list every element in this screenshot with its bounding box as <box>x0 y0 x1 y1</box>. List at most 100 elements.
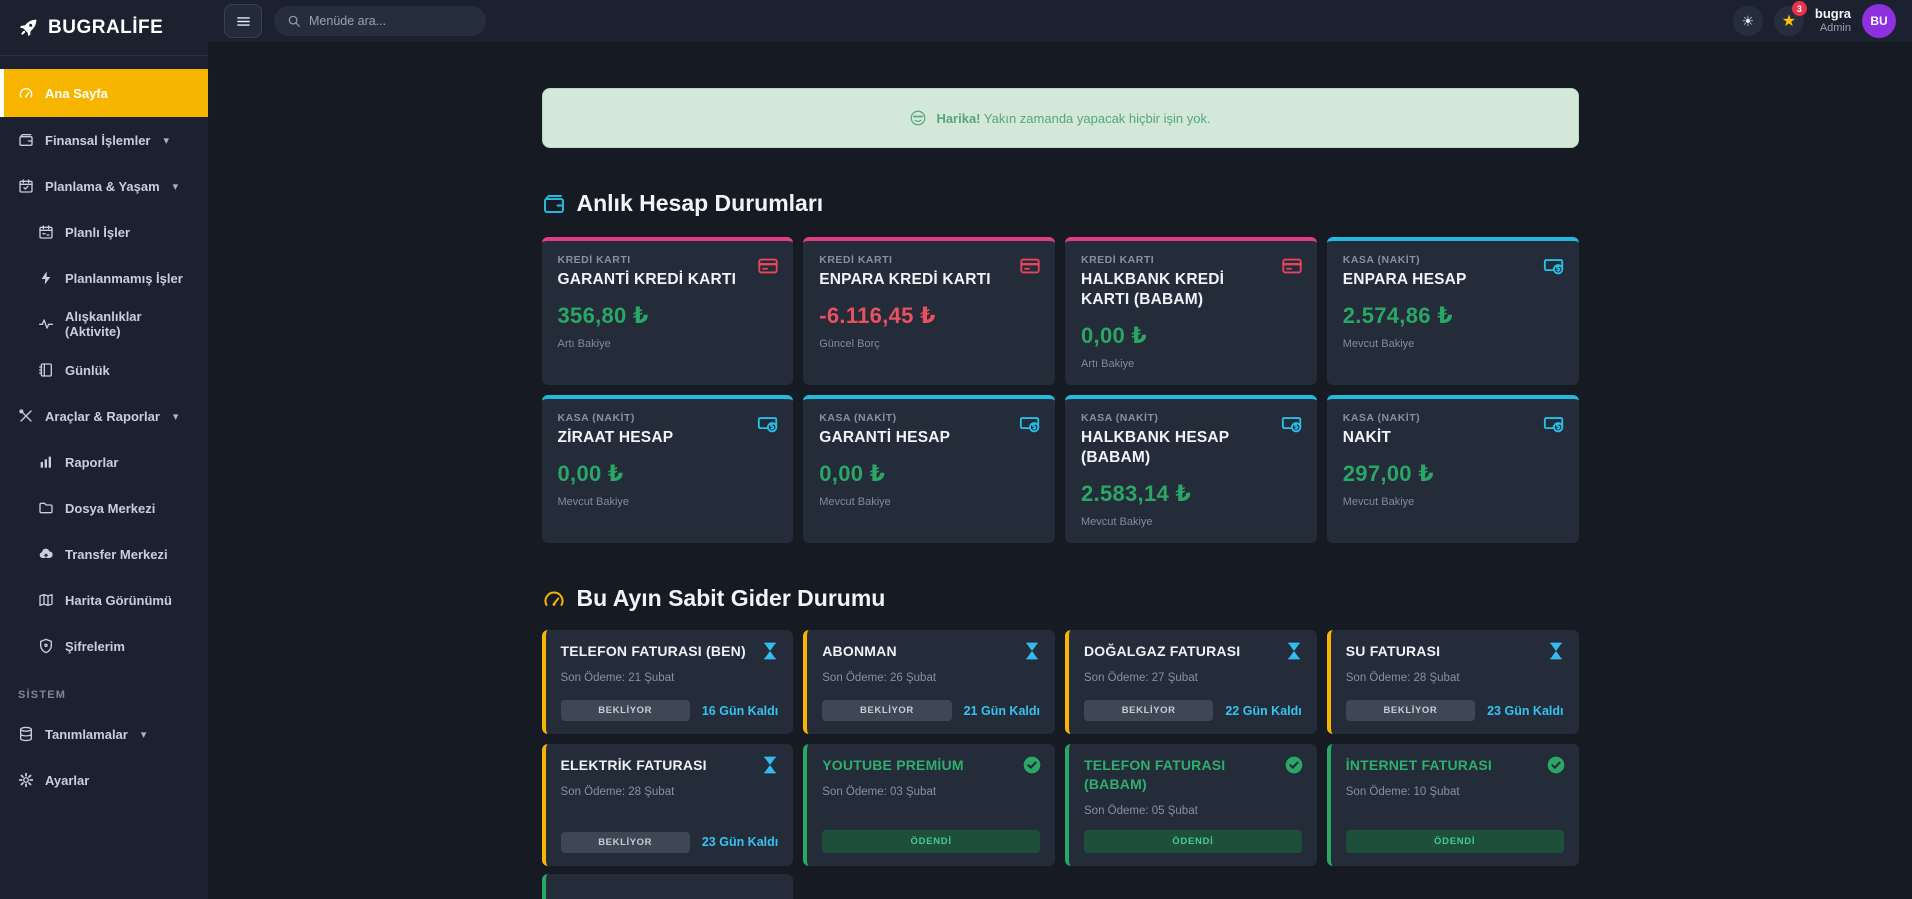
account-card-garanti-kredi[interactable]: KREDİ KARTI GARANTİ KREDİ KARTI 356,80 ₺… <box>542 237 794 385</box>
account-card-ziraat-hesap[interactable]: KASA (NAKİT) ZİRAAT HESAP 0,00 ₺ Mevcut … <box>542 395 794 543</box>
expense-due: Son Ödeme: 28 Şubat <box>561 786 779 798</box>
user-name: bugra <box>1815 6 1851 22</box>
expenses-section-title: Bu Ayın Sabit Gider Durumu <box>542 585 1579 612</box>
main-content: Harika! Yakın zamanda yapacak hiçbir işi… <box>208 42 1912 899</box>
account-card-nakit[interactable]: KASA (NAKİT) NAKİT 297,00 ₺ Mevcut Bakiy… <box>1327 395 1579 543</box>
sidebar-item-araclar-raporlar[interactable]: Araçlar & Raporlar ▾ <box>0 393 208 439</box>
chevron-down-icon: ▾ <box>173 410 179 423</box>
shield-icon <box>38 638 54 654</box>
expense-title: İNTERNET FATURASI <box>1346 756 1564 775</box>
days-left: 16 Gün Kaldı <box>702 704 778 718</box>
sidebar-item-dosya-merkezi[interactable]: Dosya Merkezi <box>0 485 208 531</box>
account-value: 2.574,86 ₺ <box>1343 303 1563 329</box>
rocket-icon <box>18 17 39 38</box>
expense-card-youtube[interactable]: YOUTUBE PREMİUM Son Ödeme: 03 Şubat ÖDEN… <box>803 744 1055 866</box>
avatar[interactable]: BU <box>1862 4 1896 38</box>
sidebar-item-transfer-merkezi[interactable]: Transfer Merkezi <box>0 531 208 577</box>
chevron-down-icon: ▾ <box>173 180 179 193</box>
sidebar-item-ana-sayfa[interactable]: Ana Sayfa <box>0 69 208 117</box>
menu-toggle-button[interactable] <box>224 4 262 38</box>
sidebar-item-label: Günlük <box>65 363 110 378</box>
sidebar-item-sifrelerim[interactable]: Şifrelerim <box>0 623 208 669</box>
days-left: 23 Gün Kaldı <box>702 835 778 849</box>
sidebar-item-ayarlar[interactable]: Ayarlar <box>0 757 208 803</box>
account-value: 2.583,14 ₺ <box>1081 481 1301 507</box>
sun-icon: ☀ <box>1742 13 1755 30</box>
favorites-button[interactable]: ★ 3 <box>1774 6 1804 36</box>
account-title: ENPARA KREDİ KARTI <box>819 270 1039 290</box>
app-logo[interactable]: BUGRALİFE <box>0 0 208 56</box>
account-kicker: KASA (NAKİT) <box>819 412 1039 424</box>
status-badge: ÖDENDİ <box>822 830 1040 853</box>
check-circle-icon <box>1022 755 1042 775</box>
search-icon <box>287 14 301 28</box>
gauge-icon <box>542 587 566 611</box>
theme-toggle-button[interactable]: ☀ <box>1733 6 1763 36</box>
sidebar-item-aliskanliklar[interactable]: Alışkanlıklar (Aktivite) <box>0 301 208 347</box>
sidebar-item-gunluk[interactable]: Günlük <box>0 347 208 393</box>
expense-card-su[interactable]: SU FATURASI Son Ödeme: 28 Şubat BEKLİYOR… <box>1327 630 1579 734</box>
expense-card-internet[interactable]: İNTERNET FATURASI Son Ödeme: 10 Şubat ÖD… <box>1327 744 1579 866</box>
check-circle-icon <box>1284 755 1304 775</box>
expense-card-telefon-ben[interactable]: TELEFON FATURASI (BEN) Son Ödeme: 21 Şub… <box>542 630 794 734</box>
account-card-garanti-hesap[interactable]: KASA (NAKİT) GARANTİ HESAP 0,00 ₺ Mevcut… <box>803 395 1055 543</box>
hourglass-icon <box>760 755 780 775</box>
expense-card-elektrik[interactable]: ELEKTRİK FATURASI Son Ödeme: 28 Şubat BE… <box>542 744 794 866</box>
account-title: HALKBANK KREDİ KARTI (BABAM) <box>1081 270 1301 310</box>
menu-search <box>274 6 486 36</box>
journal-icon <box>38 362 54 378</box>
account-value: 0,00 ₺ <box>819 461 1039 487</box>
chevron-down-icon: ▾ <box>164 134 170 147</box>
sidebar-item-label: Finansal İşlemler <box>45 133 151 148</box>
expense-card-telefon-babam[interactable]: TELEFON FATURASI (BABAM) Son Ödeme: 05 Ş… <box>1065 744 1317 866</box>
sidebar-item-label: Alışkanlıklar (Aktivite) <box>65 309 190 339</box>
sidebar-item-tanimlamalar[interactable]: Tanımlamalar ▾ <box>0 711 208 757</box>
days-left: 22 Gün Kaldı <box>1225 704 1301 718</box>
sidebar-item-label: Planlanmamış İşler <box>65 271 183 286</box>
sidebar-item-label: Harita Görünümü <box>65 593 172 608</box>
expense-due: Son Ödeme: 10 Şubat <box>1346 786 1564 798</box>
expense-due: Son Ödeme: 05 Şubat <box>1084 805 1302 817</box>
sidebar-item-label: Planlama & Yaşam <box>45 179 160 194</box>
sidebar-nav: Ana Sayfa Finansal İşlemler ▾ Planlama &… <box>0 56 208 803</box>
account-sub: Artı Bakiye <box>1081 358 1301 370</box>
sidebar-item-label: Raporlar <box>65 455 118 470</box>
account-card-enpara-kredi[interactable]: KREDİ KARTI ENPARA KREDİ KARTI -6.116,45… <box>803 237 1055 385</box>
sidebar-item-harita-gorunumu[interactable]: Harita Görünümü <box>0 577 208 623</box>
credit-card-icon <box>757 255 779 277</box>
account-sub: Mevcut Bakiye <box>819 496 1039 508</box>
account-kicker: KREDİ KARTI <box>558 254 778 266</box>
account-title: NAKİT <box>1343 428 1563 448</box>
status-badge: BEKLİYOR <box>561 832 690 853</box>
account-card-halkbank-kredi[interactable]: KREDİ KARTI HALKBANK KREDİ KARTI (BABAM)… <box>1065 237 1317 385</box>
sidebar-item-planlama-yasam[interactable]: Planlama & Yaşam ▾ <box>0 163 208 209</box>
expense-card-abonman[interactable]: ABONMAN Son Ödeme: 26 Şubat BEKLİYOR 21 … <box>803 630 1055 734</box>
notification-badge: 3 <box>1792 1 1807 16</box>
account-title: ZİRAAT HESAP <box>558 428 778 448</box>
sidebar-item-finansal-islemler[interactable]: Finansal İşlemler ▾ <box>0 117 208 163</box>
account-sub: Mevcut Bakiye <box>1343 338 1563 350</box>
account-card-halkbank-hesap[interactable]: KASA (NAKİT) HALKBANK HESAP (BABAM) 2.58… <box>1065 395 1317 543</box>
expense-title: SU FATURASI <box>1346 642 1564 661</box>
sidebar-item-label: Planlı İşler <box>65 225 130 240</box>
account-card-enpara-hesap[interactable]: KASA (NAKİT) ENPARA HESAP 2.574,86 ₺ Mev… <box>1327 237 1579 385</box>
cash-icon <box>757 413 779 435</box>
account-title: HALKBANK HESAP (BABAM) <box>1081 428 1301 468</box>
sidebar-item-raporlar[interactable]: Raporlar <box>0 439 208 485</box>
account-value: 0,00 ₺ <box>558 461 778 487</box>
expense-card-partial[interactable] <box>542 874 794 899</box>
expense-card-dogalgaz[interactable]: DOĞALGAZ FATURASI Son Ödeme: 27 Şubat BE… <box>1065 630 1317 734</box>
expense-title: TELEFON FATURASI (BABAM) <box>1084 756 1302 794</box>
sidebar-item-planli-isler[interactable]: Planlı İşler <box>0 209 208 255</box>
cash-icon <box>1543 255 1565 277</box>
map-icon <box>38 592 54 608</box>
status-badge: BEKLİYOR <box>822 700 951 721</box>
app-name: BUGRALİFE <box>48 17 163 39</box>
no-tasks-alert: Harika! Yakın zamanda yapacak hiçbir işi… <box>542 88 1579 148</box>
days-left: 21 Gün Kaldı <box>964 704 1040 718</box>
user-role: Admin <box>1815 22 1851 36</box>
account-cards-grid: KREDİ KARTI GARANTİ KREDİ KARTI 356,80 ₺… <box>542 237 1579 543</box>
sidebar-item-label: Ayarlar <box>45 773 89 788</box>
sidebar-item-planlanmamis-isler[interactable]: Planlanmamış İşler <box>0 255 208 301</box>
search-input[interactable] <box>309 14 473 28</box>
